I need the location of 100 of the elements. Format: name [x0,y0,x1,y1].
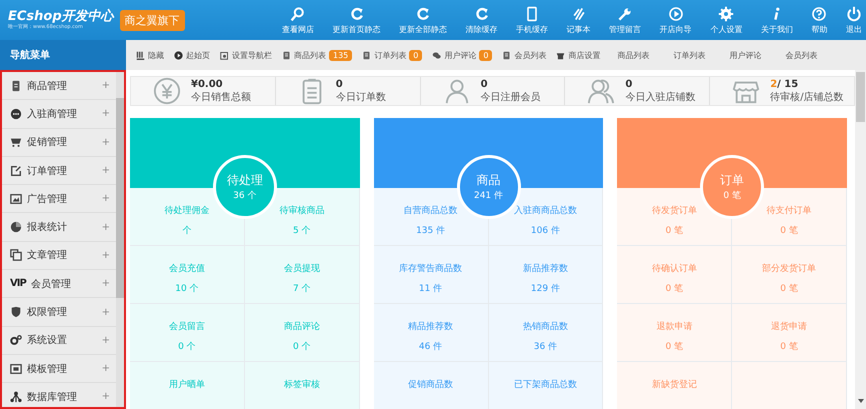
metric-label: 新品推荐数 [522,262,568,275]
toolbar-link[interactable]: 商品列表 135 [278,50,356,60]
pie-icon [10,221,22,234]
document-icon [10,80,22,92]
scrollbar[interactable] [855,70,866,409]
metric-label: 热销商品数 [522,320,568,333]
logo: ECshop开发中心 [8,9,114,24]
document-icon [502,50,512,60]
toolbar-link[interactable]: 起始页 [170,50,214,60]
vip-icon: VIP [10,278,26,290]
play-icon [668,6,684,22]
metric-value: 129 件 [530,282,560,295]
stat-label: 待审核/店铺总数 [770,90,844,104]
nav-button[interactable]: 更新全部静态 [399,6,448,34]
network-icon [10,390,22,403]
metric-value: 0 笔 [665,282,684,295]
metric-label: 待处理佣金 [164,204,210,217]
stat-value: 0 [625,78,634,90]
metric-label: 会员留言 [168,320,205,333]
metric-label: 待审核商品 [279,204,324,217]
metric-value: 0 个 [292,340,311,353]
nav-button[interactable]: 管理留言 [609,6,642,34]
metric-value: 0 笔 [780,340,798,353]
sidebar-title: 导航菜单 [0,40,126,70]
wrench-icon [617,6,634,22]
metric-label: 促销商品数 [408,378,454,391]
metric-label: 会员提现 [284,262,320,275]
search-icon [290,6,306,22]
metric-label: 部分发货订单 [762,262,816,275]
metric-value: 0 笔 [665,224,684,237]
count-badge: 0 [409,50,422,60]
metric-label: 退货申请 [771,320,808,333]
help-icon [811,6,828,22]
bars-icon [136,50,145,60]
nav-button[interactable]: 关于我们 [760,6,793,34]
tab[interactable]: 订单列表 [662,50,716,60]
metric-value: 46 件 [418,340,442,353]
tab[interactable]: 用户评论 [718,50,772,60]
nav-button[interactable]: 退出 [846,6,862,34]
copy-icon [10,249,22,262]
toolbar-link[interactable]: 隐藏 [132,50,168,60]
nav-button[interactable]: 记事本 [566,6,591,34]
template-icon [10,362,22,375]
brand-badge: 商之翼旗下 [120,10,185,30]
stat-label: 今日注册会员 [480,90,541,104]
metric-value: 7 个 [292,282,311,295]
metric-value: 10 个 [175,282,199,295]
metric-label: 待发货订单 [652,204,697,217]
stat-value: 0 [336,78,344,90]
gear-icon [718,6,734,22]
metric-value: 5 个 [292,224,311,237]
document-icon [362,50,372,60]
tab[interactable]: 会员列表 [774,50,828,60]
cart-icon [10,136,22,148]
nav-button[interactable]: 手机缓存 [516,6,548,34]
metric-label: 已下架商品总数 [514,378,577,391]
nav-button[interactable]: 开店向导 [660,6,692,34]
users-icon [587,77,616,105]
toolbar-link[interactable]: 订单列表 0 [358,50,426,60]
metric-label: 用户晒单 [168,378,205,391]
toolbar-link[interactable]: 商店设置 [552,50,604,60]
yen-icon [153,77,181,105]
metric-value: 106 件 [530,224,560,237]
metric-label: 待确认订单 [652,262,697,275]
metric-label: 退款申请 [656,320,692,333]
refresh-icon [415,6,432,22]
metric-label: 标签审核 [284,378,320,391]
metric-value: 0 笔 [780,224,798,237]
image-icon [10,192,22,205]
metric-value: 0 笔 [780,282,798,295]
scrollbar[interactable] [116,72,124,407]
nav-button[interactable]: 个人设置 [710,6,742,34]
count-badge: 0 [479,50,492,60]
stat-label: 今日销售总额 [191,90,251,104]
stat-value: 0 [480,78,489,90]
toolbar-link[interactable]: 设置导航栏 [216,50,276,60]
toolbar-link[interactable]: 用户评论 0 [428,50,496,60]
toolbar-link[interactable]: 会员列表 [498,50,550,60]
metric-label: 待支付订单 [766,204,812,217]
refresh-icon [474,6,490,22]
metric-label: 商品评论 [284,320,320,333]
metric-label: 库存警告商品数 [399,262,462,275]
nav-button[interactable]: 查看网店 [282,6,314,34]
metric-value: 0 个 [178,340,196,353]
metric-label: 精品推荐数 [408,320,454,333]
refresh-icon [348,6,365,22]
nav-button[interactable]: 更新首页静态 [332,6,381,34]
nav-button[interactable]: 清除缓存 [466,6,498,34]
nav-button[interactable]: 帮助 [811,6,828,34]
stat-label: 今日入驻店铺数 [625,90,696,104]
gear-icon [10,334,22,346]
tab[interactable]: 商品列表 [606,50,660,60]
dots-icon [10,108,22,120]
play-icon [174,50,183,60]
shield-icon [10,306,22,318]
stat-label: 今日订单数 [336,90,386,104]
metric-label: 会员充值 [168,262,205,275]
metric-value: 36 件 [534,340,558,353]
document-icon [282,50,291,60]
stat-value: 2/ 15 [770,78,800,90]
